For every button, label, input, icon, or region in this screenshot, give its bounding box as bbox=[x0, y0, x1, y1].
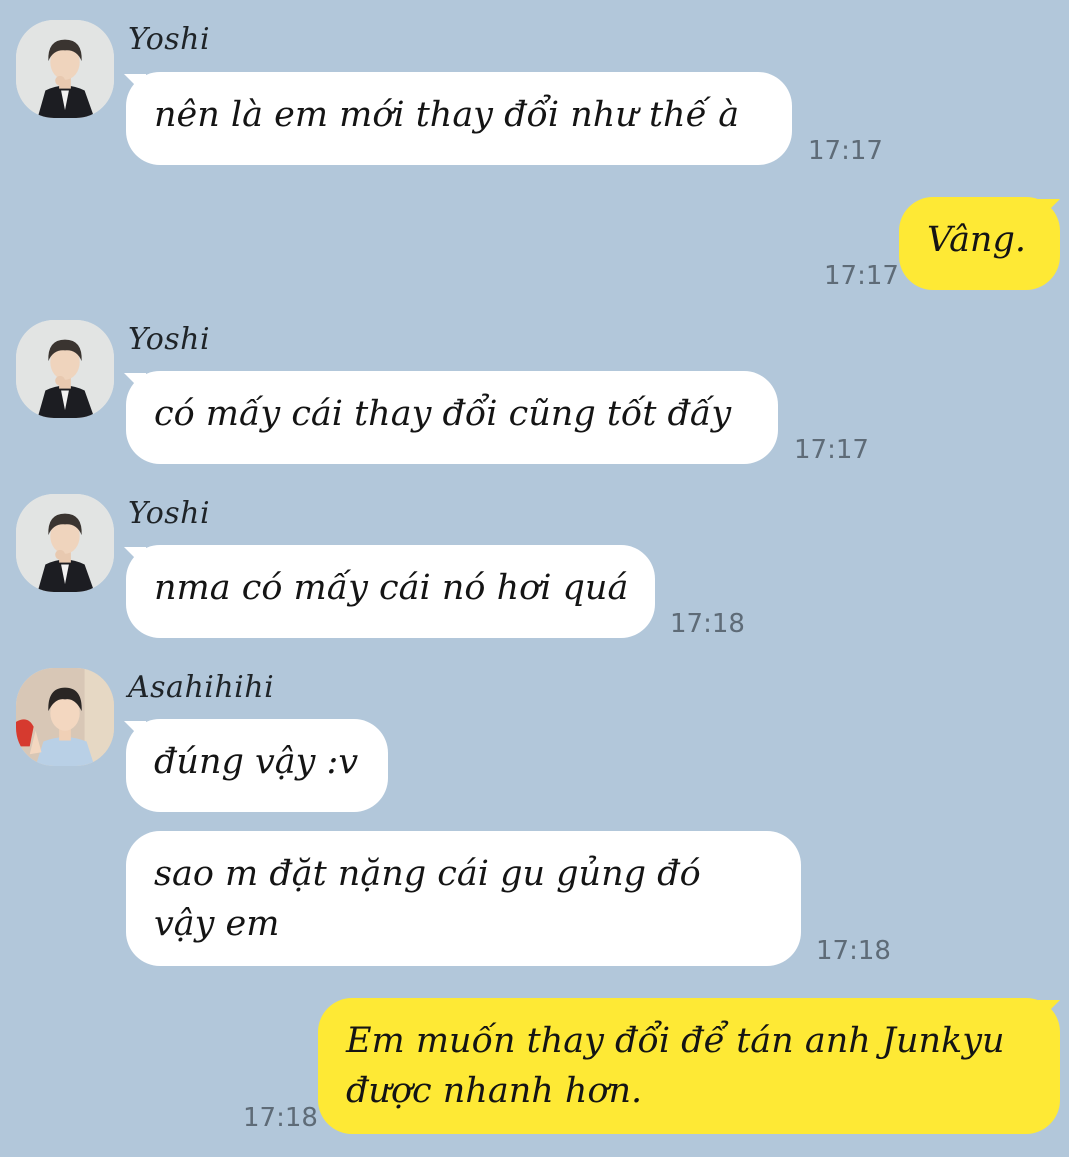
message-text: Vâng. bbox=[927, 220, 1027, 260]
message-text-line: sao m đặt nặng cái gu gủng đó bbox=[154, 854, 701, 894]
message-text: đúng vậy :v bbox=[154, 742, 359, 782]
message-time: 17:17 bbox=[824, 261, 899, 291]
message-text: nên là em mới thay đổi như thế à bbox=[154, 95, 740, 135]
message-time: 17:17 bbox=[808, 136, 883, 166]
profile-photo-icon bbox=[16, 494, 114, 592]
yoshi-avatar[interactable] bbox=[16, 320, 114, 418]
message-time: 17:18 bbox=[243, 1103, 318, 1133]
message-bubble[interactable]: Em muốn thay đổi để tán anh Junkyu được … bbox=[318, 998, 1060, 1134]
yoshi-avatar[interactable] bbox=[16, 20, 114, 118]
message-text-line: được nhanh hơn. bbox=[346, 1071, 643, 1111]
message-bubble[interactable]: đúng vậy :v bbox=[126, 719, 388, 812]
profile-photo-icon bbox=[16, 20, 114, 118]
message-text-line: Em muốn thay đổi để tán anh Junkyu bbox=[346, 1021, 1005, 1061]
profile-photo-icon bbox=[16, 320, 114, 418]
message-text: nma có mấy cái nó hơi quá bbox=[154, 568, 629, 608]
message-bubble[interactable]: nên là em mới thay đổi như thế à bbox=[126, 72, 792, 165]
message-text-line: vậy em bbox=[154, 904, 280, 944]
message-bubble[interactable]: sao m đặt nặng cái gu gủng đó vậy em bbox=[126, 831, 801, 966]
profile-photo-icon bbox=[16, 668, 114, 766]
yoshi-avatar[interactable] bbox=[16, 494, 114, 592]
message-time: 17:18 bbox=[670, 609, 745, 639]
sender-name: Yoshi bbox=[128, 322, 211, 357]
sender-name: Yoshi bbox=[128, 22, 211, 57]
message-time: 17:17 bbox=[794, 435, 869, 465]
message-text: có mấy cái thay đổi cũng tốt đấy bbox=[154, 394, 732, 434]
message-bubble[interactable]: có mấy cái thay đổi cũng tốt đấy bbox=[126, 371, 778, 464]
sender-name: Asahihihi bbox=[128, 670, 275, 705]
asahi-avatar[interactable] bbox=[16, 668, 114, 766]
chat-room: Yoshi nên là em mới thay đổi như thế à 1… bbox=[0, 0, 1069, 1157]
message-bubble[interactable]: nma có mấy cái nó hơi quá bbox=[126, 545, 655, 638]
sender-name: Yoshi bbox=[128, 496, 211, 531]
message-bubble[interactable]: Vâng. bbox=[899, 197, 1060, 290]
message-time: 17:18 bbox=[816, 936, 891, 966]
